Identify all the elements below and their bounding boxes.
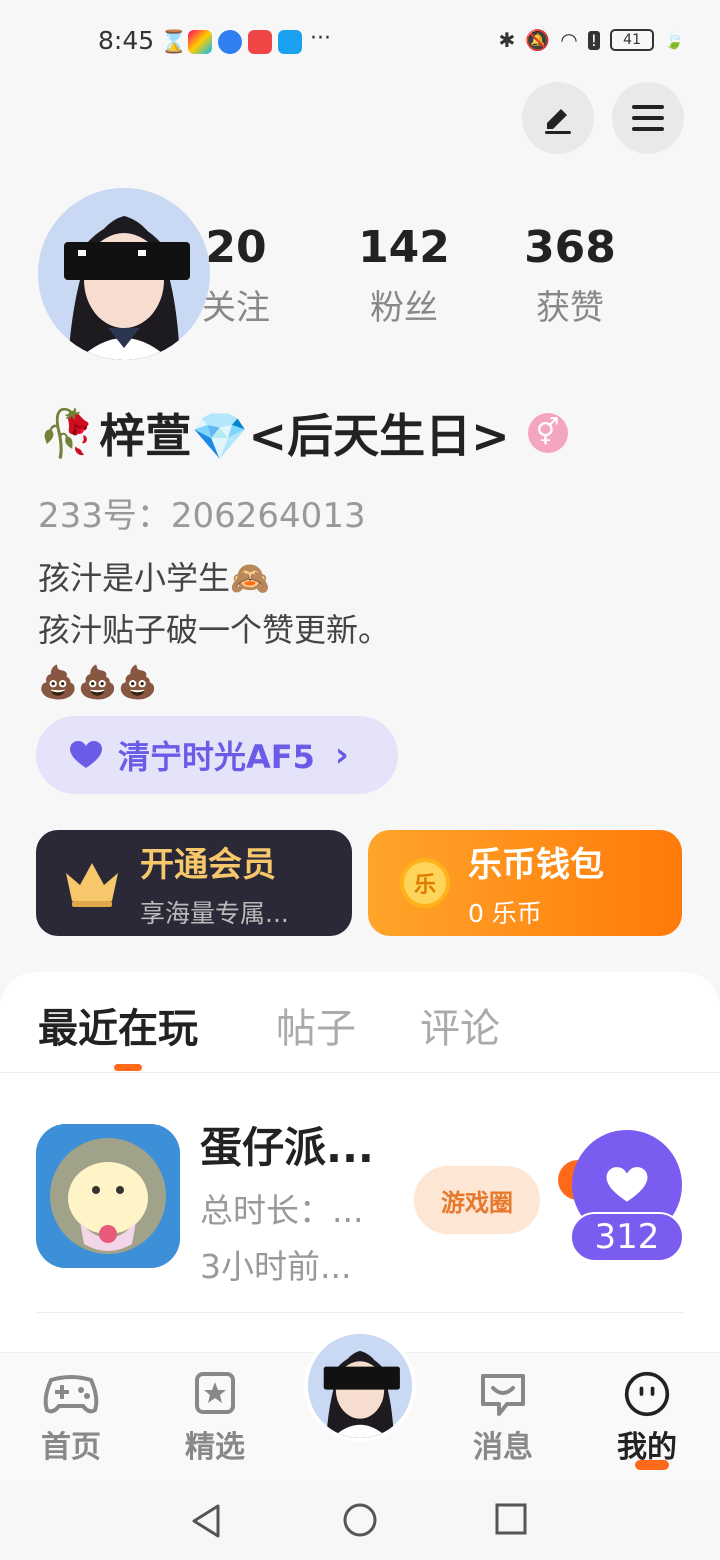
center-avatar-button[interactable] bbox=[304, 1330, 416, 1442]
chevron-right-icon: › bbox=[334, 735, 349, 775]
wallet-title: 乐币钱包 bbox=[468, 844, 604, 885]
likes-label: 获赞 bbox=[536, 288, 604, 328]
back-icon[interactable] bbox=[188, 1502, 224, 1540]
tab-posts[interactable]: 帖子 bbox=[276, 996, 356, 1054]
vip-card[interactable]: 开通会员 享海量专属... bbox=[36, 830, 352, 936]
more-status-icon: ··· bbox=[310, 26, 331, 51]
divider bbox=[36, 1312, 684, 1313]
game-total-time: 总时长：... bbox=[200, 1191, 364, 1230]
hourglass-icon: ⌛ bbox=[160, 30, 188, 55]
nav-me[interactable]: 我的 bbox=[602, 1370, 692, 1470]
menu-button[interactable] bbox=[612, 82, 684, 154]
following-count: 20 bbox=[205, 222, 267, 273]
heart-icon bbox=[70, 741, 102, 768]
bio-line: 💩💩💩 bbox=[38, 663, 158, 701]
alert-icon: ! bbox=[587, 30, 601, 50]
app-icon-colorful bbox=[188, 30, 212, 54]
user-id: 233号：206264013 bbox=[38, 496, 366, 536]
nav-home[interactable]: 首页 bbox=[26, 1370, 116, 1466]
search-app-icon bbox=[278, 30, 302, 54]
nickname: 梓萱💎<后天生日> bbox=[99, 409, 510, 463]
followers-label: 粉丝 bbox=[370, 288, 438, 328]
home-icon[interactable] bbox=[342, 1502, 378, 1538]
followers-count: 142 bbox=[358, 222, 450, 273]
coin-icon: 乐 bbox=[400, 858, 450, 908]
nav-messages[interactable]: 消息 bbox=[458, 1370, 548, 1466]
bio-line: 孩汁贴子破一个赞更新。 bbox=[38, 611, 391, 649]
center-avatar bbox=[308, 1334, 412, 1438]
chat-icon bbox=[481, 1374, 525, 1416]
following-stat[interactable]: 20 关注 bbox=[166, 222, 306, 329]
bluetooth-icon: ✱ bbox=[498, 28, 516, 52]
game-icon[interactable] bbox=[36, 1124, 180, 1268]
crown-icon bbox=[66, 863, 118, 907]
tab-indicator bbox=[114, 1064, 142, 1071]
smiley-icon bbox=[624, 1371, 670, 1417]
bio: 孩汁是小学生🙈 孩汁贴子破一个赞更新。 💩💩💩 bbox=[38, 552, 390, 708]
divider bbox=[0, 1072, 720, 1073]
nav-me-label-wrap: 我的 bbox=[617, 1430, 677, 1470]
system-nav-bar bbox=[0, 1480, 720, 1560]
wifi-icon: ◠ bbox=[560, 28, 578, 52]
followers-stat[interactable]: 142 粉丝 bbox=[334, 222, 474, 329]
status-time: 8:45 bbox=[98, 26, 155, 55]
eggy-party-icon bbox=[36, 1124, 180, 1268]
gamepad-icon bbox=[43, 1375, 99, 1414]
battery-icon: 41 bbox=[610, 29, 655, 51]
following-label: 关注 bbox=[202, 288, 270, 328]
nav-featured-label: 精选 bbox=[185, 1430, 245, 1465]
guild-tag-label: 清宁时光AF5 bbox=[118, 738, 315, 776]
vip-title: 开通会员 bbox=[140, 844, 276, 885]
leaf-icon: 🍃 bbox=[664, 30, 684, 50]
likes-count: 368 bbox=[524, 222, 616, 273]
mute-icon: 🔕 bbox=[525, 28, 551, 52]
recents-icon[interactable] bbox=[494, 1502, 528, 1536]
edit-profile-button[interactable] bbox=[522, 82, 594, 154]
app-icon-red bbox=[248, 30, 272, 54]
bio-line: 孩汁是小学生🙈 bbox=[38, 559, 270, 597]
rose-emoji: 🥀 bbox=[38, 405, 96, 460]
pencil-icon bbox=[545, 109, 571, 134]
status-bar: 8:45 ⌛ ··· ✱ 🔕 ◠ ! 41 🍃 bbox=[0, 0, 720, 84]
wallet-balance: 0 乐币 bbox=[468, 898, 542, 928]
profile-name: 🥀 梓萱💎<后天生日> ⚥ bbox=[38, 400, 568, 466]
gender-icon: ⚥ bbox=[527, 413, 568, 453]
star-icon bbox=[195, 1372, 235, 1414]
tab-recent-played[interactable]: 最近在玩 bbox=[38, 996, 198, 1054]
likes-stat[interactable]: 368 获赞 bbox=[500, 222, 640, 329]
wallet-card[interactable]: 乐 乐币钱包 0 乐币 bbox=[368, 830, 682, 936]
heart-icon bbox=[606, 1167, 648, 1202]
app-icon-blue bbox=[218, 30, 242, 54]
like-button[interactable]: 312 bbox=[558, 1130, 688, 1266]
game-title[interactable]: 蛋仔派... bbox=[200, 1114, 374, 1175]
guild-tag-button[interactable]: 清宁时光AF5 › bbox=[36, 716, 398, 794]
nav-featured[interactable]: 精选 bbox=[170, 1370, 260, 1466]
game-circle-button[interactable]: 游戏圈 bbox=[414, 1166, 540, 1234]
nav-messages-label: 消息 bbox=[473, 1430, 533, 1465]
tab-comments[interactable]: 评论 bbox=[420, 996, 500, 1054]
nav-me-label: 我的 bbox=[617, 1430, 677, 1465]
game-last-played: 3小时前... bbox=[200, 1247, 352, 1286]
vip-subtitle: 享海量专属... bbox=[140, 898, 289, 928]
menu-icon bbox=[632, 105, 664, 131]
nav-home-label: 首页 bbox=[41, 1430, 101, 1465]
avatar-image bbox=[308, 1334, 412, 1438]
like-count: 312 bbox=[570, 1212, 684, 1262]
